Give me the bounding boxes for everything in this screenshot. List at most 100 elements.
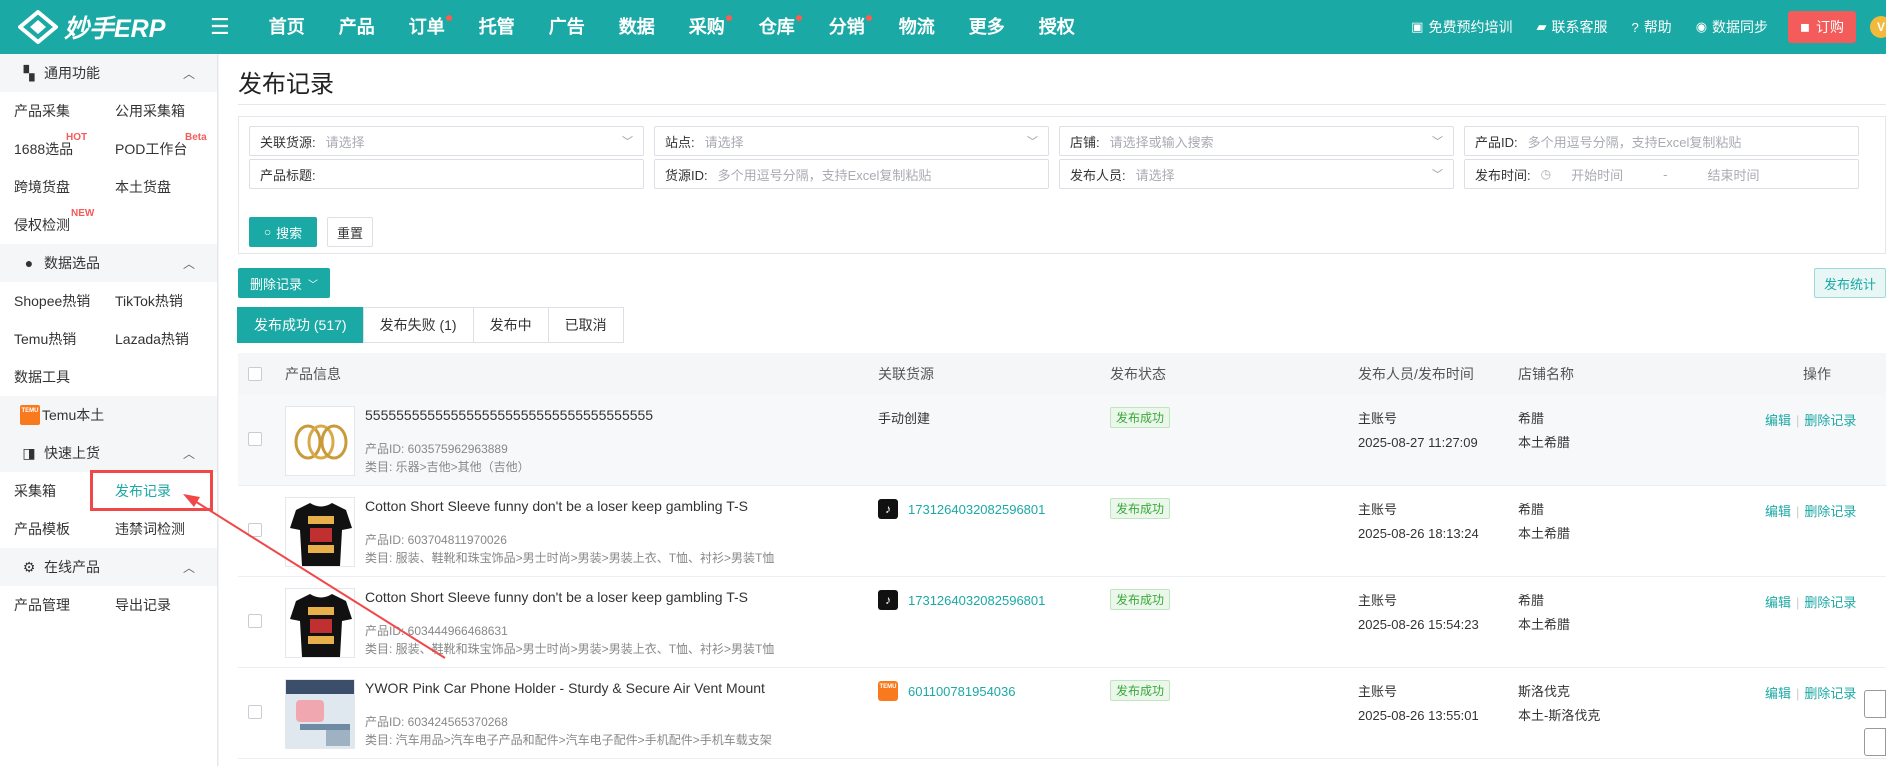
status-badge: 发布成功 bbox=[1110, 407, 1171, 428]
table-row: 5555555555555555555555555555555555555 产品… bbox=[238, 395, 1886, 486]
source-link[interactable]: 1731264032082596801 bbox=[908, 593, 1045, 608]
product-thumbnail[interactable] bbox=[285, 588, 355, 658]
publish-stats-button[interactable]: 发布统计 bbox=[1814, 268, 1886, 298]
grid-icon: ▚ bbox=[23, 64, 35, 81]
sidebar-item[interactable]: 数据工具 bbox=[14, 358, 115, 396]
status-tab[interactable]: 发布中 bbox=[472, 307, 549, 343]
nav-item[interactable]: 更多 bbox=[952, 0, 1022, 54]
nav-item[interactable]: 首页 bbox=[252, 0, 322, 54]
nav-item[interactable]: 分销 bbox=[812, 0, 882, 54]
nav-item[interactable]: 订单 bbox=[392, 0, 462, 54]
nav-item[interactable]: 广告 bbox=[532, 0, 602, 54]
source-link[interactable]: 1731264032082596801 bbox=[908, 502, 1045, 517]
chevron-up-icon: ︿ bbox=[182, 256, 195, 271]
nav-item[interactable]: 托管 bbox=[462, 0, 532, 54]
edit-link[interactable]: 编辑 bbox=[1765, 595, 1791, 610]
product-title[interactable]: YWOR Pink Car Phone Holder - Sturdy & Se… bbox=[365, 680, 765, 696]
sidebar-section-header[interactable]: ⚙ 在线产品 ︿ bbox=[0, 548, 217, 586]
edit-link[interactable]: 编辑 bbox=[1765, 504, 1791, 519]
publish-time-range[interactable]: 发布时间: ◷ 开始时间 - 结束时间 bbox=[1464, 159, 1859, 189]
sidebar-section-header[interactable]: ▚ 通用功能 ︿ bbox=[0, 54, 217, 92]
sidebar-item[interactable]: 导出记录 bbox=[115, 586, 232, 624]
status-tab[interactable]: 已取消 bbox=[547, 307, 624, 343]
product-thumbnail[interactable] bbox=[285, 406, 355, 476]
delete-record-link[interactable]: 删除记录 bbox=[1804, 504, 1856, 519]
floating-tool-button[interactable] bbox=[1864, 690, 1886, 718]
nav-item[interactable]: 采购 bbox=[672, 0, 742, 54]
sidebar-item[interactable]: 本土货盘 bbox=[115, 168, 232, 206]
delete-record-link[interactable]: 删除记录 bbox=[1804, 595, 1856, 610]
source-link[interactable]: 601100781954036 bbox=[908, 684, 1016, 699]
product-title[interactable]: Cotton Short Sleeve funny don't be a los… bbox=[365, 589, 748, 605]
row-checkbox[interactable] bbox=[248, 614, 262, 628]
order-button[interactable]: ◼ 订购 bbox=[1788, 11, 1856, 43]
menu-toggle-icon[interactable]: ☰ bbox=[210, 14, 230, 40]
top-navbar: 妙手ERP ☰ 首页 产品 订单 托管 广告 数据 采购 仓库 分销 物流 更多 授权 ▣ 免费预约培训… bbox=[0, 0, 1886, 54]
sidebar-section-header[interactable]: ● 数据选品 ︿ bbox=[0, 244, 217, 282]
row-checkbox[interactable] bbox=[248, 705, 262, 719]
product-category: 类目: 服装、鞋靴和珠宝饰品>男士时尚>男装>男装上衣、T恤、衬衫>男装T恤 bbox=[365, 551, 775, 565]
source-select[interactable]: 关联货源: 请选择 ﹀ bbox=[249, 126, 644, 156]
product-title[interactable]: Cotton Short Sleeve funny don't be a los… bbox=[365, 498, 748, 514]
sidebar-item[interactable]: 产品管理 bbox=[14, 586, 115, 624]
edit-link[interactable]: 编辑 bbox=[1765, 686, 1791, 701]
sidebar-section-header[interactable]: ◨ 快速上货 ︿ bbox=[0, 434, 217, 472]
logo[interactable]: 妙手ERP bbox=[16, 9, 173, 45]
status-tab[interactable]: 发布失败 (1) bbox=[362, 307, 474, 343]
support-link[interactable]: ▰ 联系客服 bbox=[1536, 17, 1607, 37]
nav-item[interactable]: 授权 bbox=[1022, 0, 1092, 54]
product-thumbnail[interactable] bbox=[285, 497, 355, 567]
status-tab[interactable]: 发布成功 (517) bbox=[237, 307, 364, 343]
sidebar-item-temu-local[interactable]: TEMU Temu本土 bbox=[0, 396, 217, 434]
sidebar-item[interactable]: TikTok热销 bbox=[115, 282, 232, 320]
delete-record-link[interactable]: 删除记录 bbox=[1804, 413, 1856, 428]
logo-icon bbox=[16, 9, 60, 45]
site-select[interactable]: 站点: 请选择 ﹀ bbox=[654, 126, 1049, 156]
select-all-checkbox[interactable] bbox=[248, 367, 262, 381]
sidebar: ▚ 通用功能 ︿ 产品采集 公用采集箱 1688选品 HOT POD工作台 Beta 跨境货盘 本土… bbox=[0, 54, 218, 766]
sidebar-item[interactable]: Temu热销 bbox=[14, 320, 115, 358]
sidebar-item[interactable]: POD工作台 Beta bbox=[115, 130, 232, 168]
sidebar-item[interactable]: 产品模板 bbox=[14, 510, 115, 548]
source-id-input[interactable]: 货源ID: 多个用逗号分隔，支持Excel复制粘贴 bbox=[654, 159, 1049, 189]
nav-item[interactable]: 数据 bbox=[602, 0, 672, 54]
sidebar-item[interactable]: 违禁词检测 bbox=[115, 510, 232, 548]
product-thumbnail[interactable] bbox=[285, 679, 355, 749]
sidebar-item[interactable]: 跨境货盘 bbox=[14, 168, 115, 206]
header-ops: 操作 bbox=[1803, 366, 1831, 382]
sidebar-item[interactable]: 侵权检测 NEW bbox=[14, 206, 115, 244]
shop-select[interactable]: 店铺: 请选择或输入搜索 ﹀ bbox=[1059, 126, 1454, 156]
title-divider bbox=[238, 104, 1886, 105]
sidebar-item[interactable]: Shopee热销 bbox=[14, 282, 115, 320]
delete-records-button[interactable]: 删除记录 ﹀ bbox=[238, 268, 330, 298]
nav-item[interactable]: 物流 bbox=[882, 0, 952, 54]
delete-record-link[interactable]: 删除记录 bbox=[1804, 686, 1856, 701]
nav-item[interactable]: 仓库 bbox=[742, 0, 812, 54]
sidebar-item[interactable]: Lazada热销 bbox=[115, 320, 232, 358]
nav-item[interactable]: 产品 bbox=[322, 0, 392, 54]
floating-tool-button[interactable] bbox=[1864, 728, 1886, 756]
badge-new: NEW bbox=[71, 208, 95, 219]
row-checkbox[interactable] bbox=[248, 523, 262, 537]
vip-badge[interactable]: V bbox=[1870, 16, 1886, 38]
reset-button[interactable]: 重置 bbox=[327, 217, 373, 247]
search-button[interactable]: ○ 搜索 bbox=[249, 217, 317, 247]
chevron-up-icon: ︿ bbox=[182, 66, 195, 81]
product-title-input[interactable]: 产品标题: bbox=[249, 159, 644, 189]
help-link[interactable]: ? 帮助 bbox=[1631, 17, 1671, 37]
product-title[interactable]: 5555555555555555555555555555555555555 bbox=[365, 407, 653, 423]
sidebar-item[interactable]: 产品采集 bbox=[14, 92, 115, 130]
top-right-tools: ▣ 免费预约培训 ▰ 联系客服 ? 帮助 ◉ 数据同步 ◼ 订购 V bbox=[1387, 0, 1886, 54]
publisher-select[interactable]: 发布人员: 请选择 ﹀ bbox=[1059, 159, 1454, 189]
sidebar-item[interactable]: 1688选品 HOT bbox=[14, 130, 115, 168]
sidebar-item[interactable]: 公用采集箱 bbox=[115, 92, 232, 130]
source-cell: TEMU 601100781954036 bbox=[878, 681, 1016, 701]
product-id-input[interactable]: 产品ID: 多个用逗号分隔，支持Excel复制粘贴 bbox=[1464, 126, 1859, 156]
gear-icon: ⚙ bbox=[22, 558, 36, 575]
row-actions: 编辑 | 删除记录 bbox=[1765, 686, 1857, 701]
sync-link[interactable]: ◉ 数据同步 bbox=[1696, 17, 1768, 37]
row-checkbox[interactable] bbox=[248, 432, 262, 446]
thumb-icon: ● bbox=[24, 255, 34, 271]
training-link[interactable]: ▣ 免费预约培训 bbox=[1411, 17, 1512, 37]
edit-link[interactable]: 编辑 bbox=[1765, 413, 1791, 428]
